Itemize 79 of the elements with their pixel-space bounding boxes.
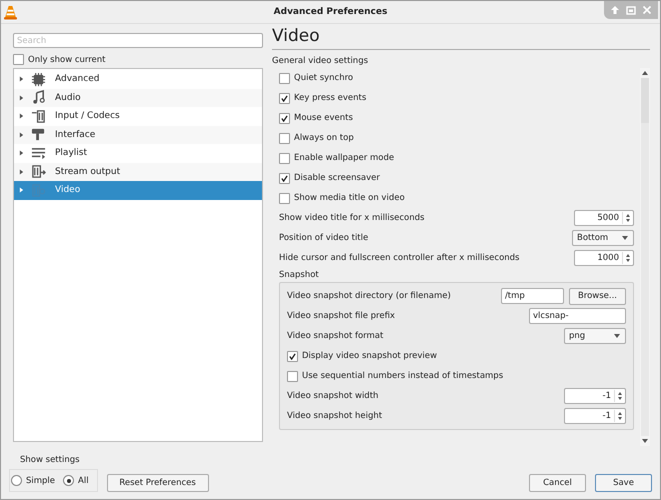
checkbox-label: Always on top bbox=[294, 133, 354, 143]
setting-label: Video snapshot format bbox=[287, 331, 384, 341]
radio-label: Simple bbox=[26, 476, 56, 486]
number-field[interactable]: -1 bbox=[564, 388, 626, 404]
film-arrow-icon bbox=[31, 164, 46, 180]
traffic-cone-icon bbox=[4, 4, 17, 20]
checkbox[interactable] bbox=[279, 172, 290, 184]
scroll-up-icon[interactable] bbox=[642, 71, 648, 75]
checkbox[interactable] bbox=[279, 132, 290, 144]
checkbox-label: Key press events bbox=[294, 93, 366, 103]
setting-label: Position of video title bbox=[279, 233, 368, 243]
checkbox-label: Only show current bbox=[28, 54, 106, 64]
tree-item[interactable]: Playlist bbox=[14, 144, 262, 162]
chip-icon bbox=[31, 72, 46, 87]
expand-arrow-icon[interactable] bbox=[19, 94, 24, 101]
film-strip-icon bbox=[31, 108, 46, 124]
dropdown[interactable]: Bottom bbox=[572, 230, 634, 246]
number-field[interactable]: 1000 bbox=[574, 250, 634, 266]
checkbox-label: Quiet synchro bbox=[294, 73, 354, 83]
show-settings-label: Show settings bbox=[20, 455, 81, 465]
window-title: Advanced Preferences bbox=[274, 7, 388, 17]
setting-label: Video snapshot file prefix bbox=[287, 311, 395, 321]
radio-button[interactable] bbox=[11, 475, 22, 486]
expand-arrow-icon[interactable] bbox=[19, 76, 24, 82]
setting-label: Hide cursor and fullscreen controller after x milliseconds bbox=[279, 253, 520, 263]
group-title: Snapshot bbox=[279, 270, 320, 280]
setting-label: Show video title for x milliseconds bbox=[279, 213, 424, 223]
expand-arrow-icon[interactable] bbox=[19, 113, 24, 120]
text-field[interactable]: vlcsnap- bbox=[529, 308, 626, 324]
radio-label: All bbox=[78, 476, 89, 486]
checkbox-label: Enable wallpaper mode bbox=[294, 153, 394, 163]
search-field[interactable]: Search bbox=[13, 33, 263, 48]
radio-button[interactable] bbox=[63, 475, 74, 486]
cancel-button[interactable]: Cancel bbox=[529, 474, 586, 492]
checkbox[interactable] bbox=[279, 112, 290, 124]
expand-arrow-icon[interactable] bbox=[19, 132, 24, 138]
checkbox[interactable] bbox=[279, 152, 290, 164]
number-field[interactable]: 5000 bbox=[574, 210, 634, 226]
dropdown[interactable]: png bbox=[564, 328, 626, 344]
checkbox-label: Disable screensaver bbox=[294, 173, 380, 183]
checkbox[interactable] bbox=[287, 370, 298, 382]
panel-title: Video bbox=[272, 24, 650, 50]
spin-arrows-icon[interactable] bbox=[614, 390, 625, 402]
tree-item[interactable]: Advanced bbox=[14, 70, 262, 88]
checkbox-label: Mouse events bbox=[294, 113, 353, 123]
spin-arrows-icon[interactable] bbox=[622, 212, 633, 224]
caret-icon[interactable] bbox=[622, 236, 628, 240]
checkbox[interactable] bbox=[279, 192, 290, 204]
spin-arrows-icon[interactable] bbox=[622, 252, 633, 264]
browse-button[interactable]: Browse... bbox=[568, 288, 626, 304]
scrollbar[interactable] bbox=[640, 68, 650, 446]
checkbox-label: Use sequential numbers instead of timestamps bbox=[302, 371, 504, 381]
checkbox-label: Show media title on video bbox=[294, 193, 405, 203]
number-field[interactable]: -1 bbox=[564, 408, 626, 424]
scroll-down-icon[interactable] bbox=[642, 439, 648, 443]
tree-item[interactable]: Stream output bbox=[14, 162, 262, 181]
setting-label: Video snapshot height bbox=[287, 411, 382, 421]
tree-item[interactable]: Audio bbox=[14, 88, 262, 107]
expand-arrow-icon[interactable] bbox=[19, 150, 24, 156]
reset-button[interactable]: Reset Preferences bbox=[106, 474, 209, 492]
caret-icon[interactable] bbox=[614, 334, 620, 338]
tree-item[interactable]: Input / Codecs bbox=[14, 107, 262, 126]
spin-arrows-icon[interactable] bbox=[614, 410, 625, 422]
setting-label: Video snapshot directory (or filename) bbox=[287, 291, 451, 301]
checkbox[interactable] bbox=[287, 350, 298, 362]
expand-arrow-icon[interactable] bbox=[19, 168, 24, 175]
checkbox[interactable] bbox=[13, 54, 24, 65]
setting-label: Video snapshot width bbox=[287, 391, 378, 401]
section-title: General video settings bbox=[272, 56, 370, 66]
tree-item[interactable]: Video bbox=[14, 181, 262, 200]
save-button[interactable]: Save bbox=[595, 474, 652, 492]
path-field[interactable]: /tmp bbox=[500, 288, 564, 304]
expand-arrow-icon[interactable] bbox=[19, 187, 24, 194]
music-note-icon bbox=[31, 90, 46, 106]
checkbox-label: Display video snapshot preview bbox=[302, 351, 437, 361]
tree-item[interactable]: Interface bbox=[14, 126, 262, 144]
checkbox[interactable] bbox=[279, 92, 290, 104]
playlist-icon bbox=[31, 146, 46, 161]
checkbox[interactable] bbox=[279, 72, 290, 84]
